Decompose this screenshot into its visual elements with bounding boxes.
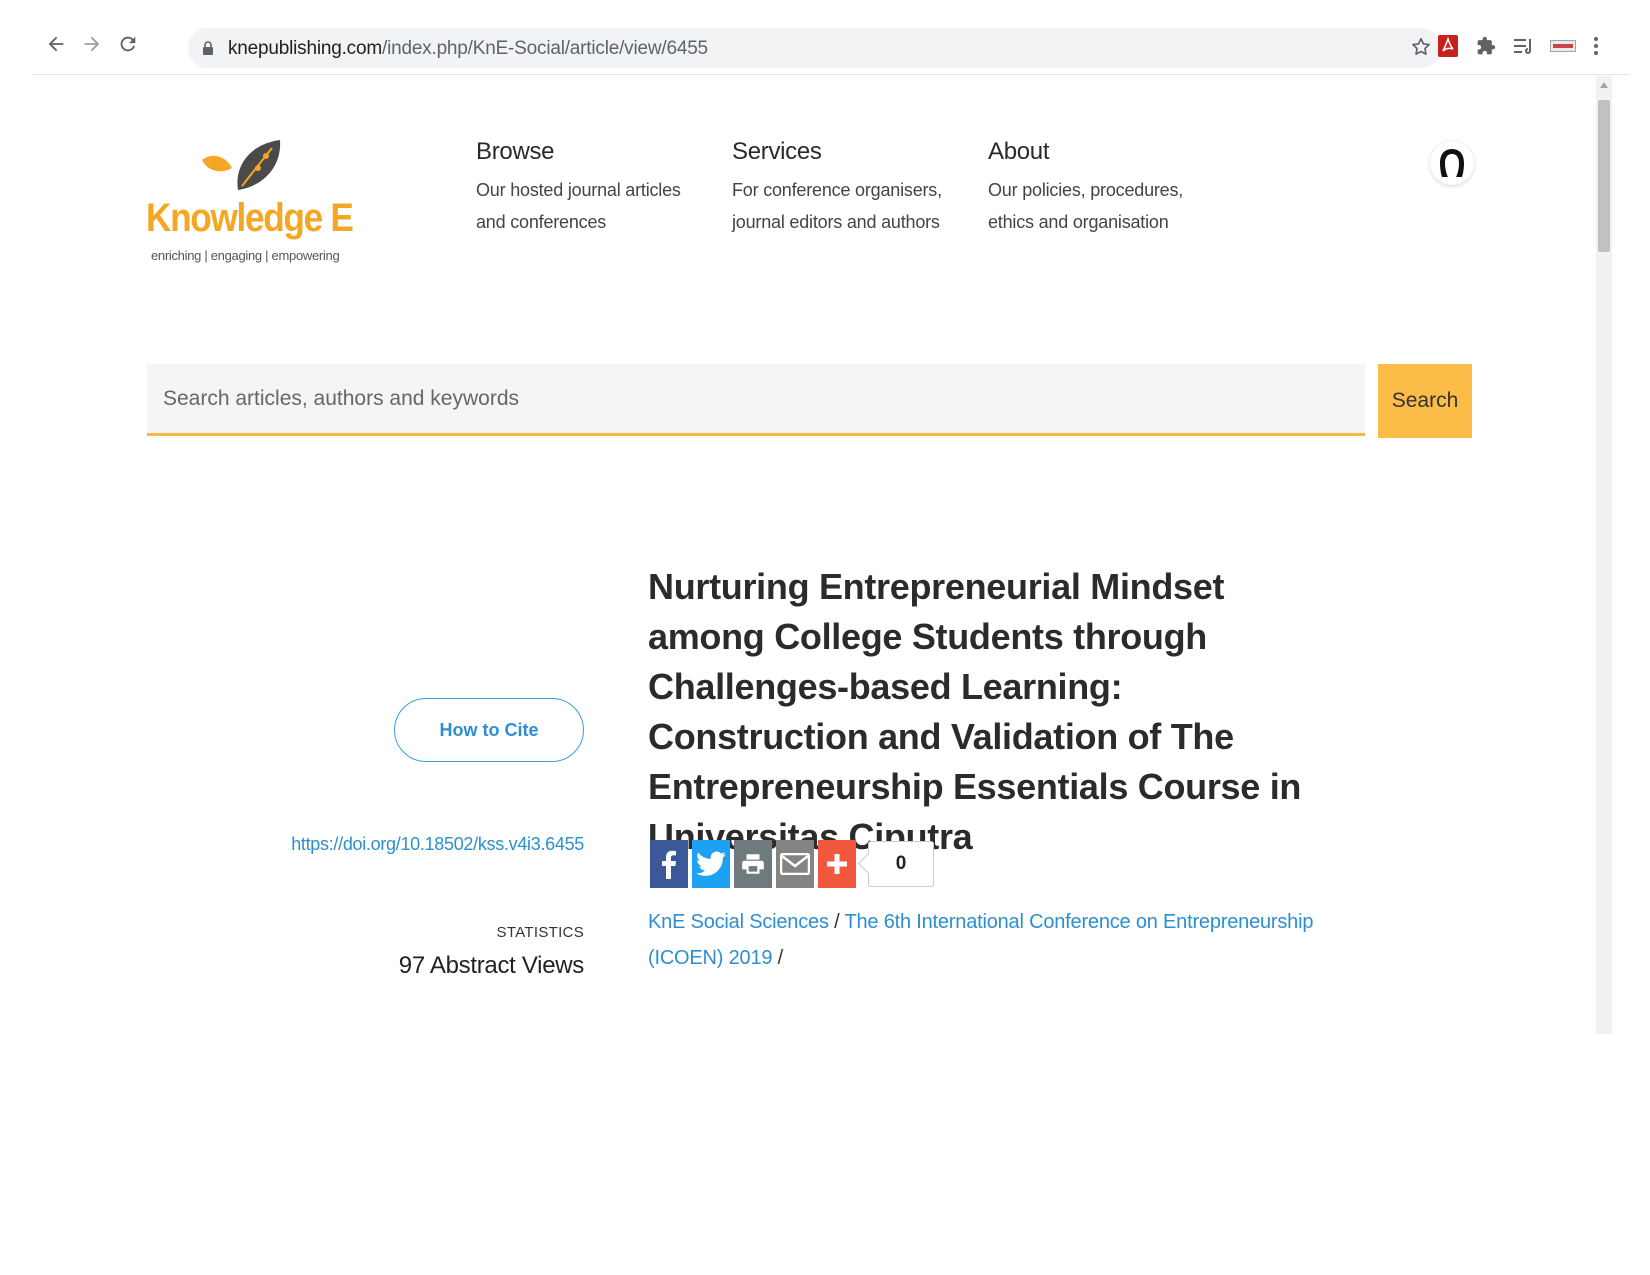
url-domain: knepublishing.com bbox=[228, 38, 382, 59]
bookmark-star-icon[interactable] bbox=[1410, 36, 1432, 63]
nav-about-title: About bbox=[988, 138, 1050, 165]
abstract-views-count: 97 Abstract Views bbox=[398, 952, 585, 979]
scroll-thumb[interactable] bbox=[1598, 100, 1610, 252]
facebook-icon bbox=[662, 850, 676, 879]
reading-list-icon[interactable] bbox=[1512, 34, 1536, 58]
share-print-button[interactable] bbox=[734, 840, 772, 888]
nav-services-desc: For conference organisers, journal edito… bbox=[732, 180, 942, 232]
user-account-button[interactable] bbox=[1430, 141, 1474, 185]
back-icon[interactable] bbox=[42, 30, 70, 58]
share-more-button[interactable] bbox=[818, 840, 856, 888]
logo-wordmark: Knowledge E bbox=[146, 196, 354, 240]
nav-browse[interactable]: Browse Our hosted journal articles and c… bbox=[476, 138, 696, 238]
doi-link[interactable]: https://doi.org/10.18502/kss.v4i3.6455 bbox=[291, 834, 584, 855]
reload-icon[interactable] bbox=[114, 30, 142, 58]
breadcrumb: KnE Social Sciences / The 6th Internatio… bbox=[648, 904, 1348, 976]
how-to-cite-button[interactable]: How to Cite bbox=[394, 698, 584, 762]
share-email-button[interactable] bbox=[776, 840, 814, 888]
site-logo[interactable]: Knowledge E enriching | engaging | empow… bbox=[146, 138, 354, 268]
nav-about-desc: Our policies, procedures, ethics and org… bbox=[988, 180, 1184, 232]
page-scrollbar[interactable] bbox=[1596, 76, 1612, 1034]
browser-menu-icon[interactable] bbox=[1584, 34, 1608, 58]
scroll-up-arrow-icon[interactable] bbox=[1600, 82, 1608, 88]
plus-icon bbox=[827, 854, 847, 874]
share-count: 0 bbox=[868, 841, 934, 887]
search-button[interactable]: Search bbox=[1378, 364, 1472, 438]
extensions-puzzle-icon[interactable] bbox=[1474, 34, 1498, 58]
breadcrumb-separator: / bbox=[772, 947, 784, 969]
share-facebook-button[interactable] bbox=[650, 840, 688, 888]
breadcrumb-journal-link[interactable]: KnE Social Sciences bbox=[648, 911, 829, 933]
lock-icon bbox=[202, 40, 214, 61]
nav-services-title: Services bbox=[732, 138, 822, 165]
twitter-icon bbox=[696, 851, 726, 876]
share-twitter-button[interactable] bbox=[692, 840, 730, 888]
article-title: Nurturing Entrepreneurial Mindset among … bbox=[648, 566, 1302, 857]
browser-toolbar: knepublishing.com/index.php/KnE-Social/a… bbox=[32, 0, 1630, 75]
breadcrumb-separator: / bbox=[828, 911, 845, 933]
pdf-extension-icon[interactable] bbox=[1436, 34, 1460, 58]
url-text: knepublishing.com/index.php/KnE-Social/a… bbox=[228, 38, 708, 60]
logo-leaves-icon bbox=[202, 140, 281, 190]
nav-about[interactable]: About Our policies, procedures, ethics a… bbox=[988, 138, 1208, 238]
user-icon bbox=[1440, 149, 1464, 177]
forward-icon[interactable] bbox=[78, 30, 106, 58]
nav-browse-desc: Our hosted journal articles and conferen… bbox=[476, 180, 681, 232]
url-path: /index.php/KnE-Social/article/view/6455 bbox=[381, 38, 708, 59]
print-icon bbox=[742, 854, 764, 874]
address-bar[interactable]: knepublishing.com/index.php/KnE-Social/a… bbox=[188, 28, 1442, 68]
logo-tagline: enriching | engaging | empowering bbox=[151, 248, 340, 263]
nav-services[interactable]: Services For conference organisers, jour… bbox=[732, 138, 952, 238]
extension-badge-icon[interactable] bbox=[1548, 34, 1578, 58]
search-input[interactable] bbox=[147, 364, 1365, 436]
share-bar: 0 bbox=[650, 840, 934, 888]
email-icon bbox=[780, 853, 810, 875]
nav-browse-title: Browse bbox=[476, 138, 555, 165]
statistics-label: STATISTICS bbox=[496, 924, 584, 941]
